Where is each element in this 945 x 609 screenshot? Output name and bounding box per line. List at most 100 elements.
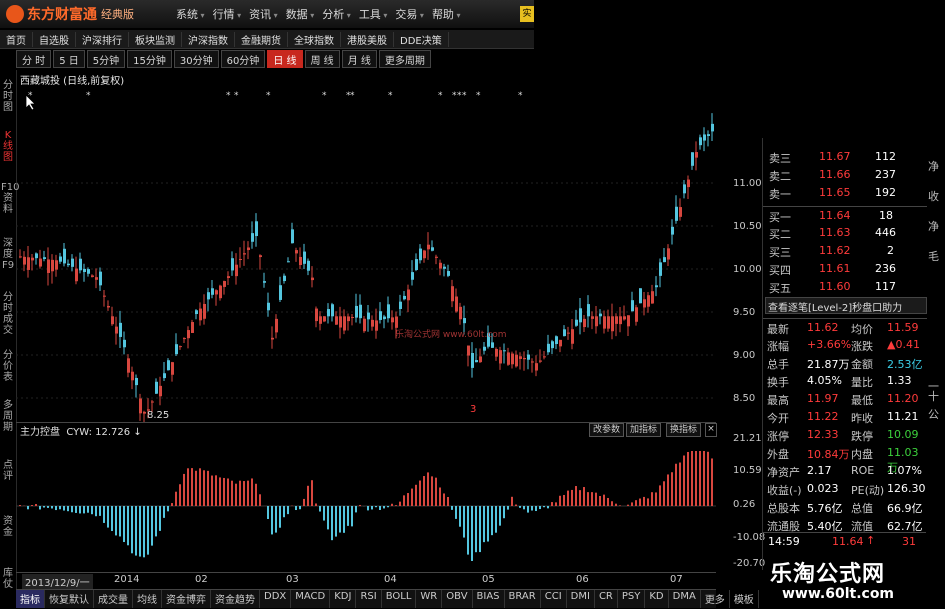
bottom-tab-more[interactable]: 更多: [701, 590, 730, 608]
event-marker-icon[interactable]: *: [476, 91, 481, 101]
left-tab-intraday[interactable]: 分时图: [1, 80, 15, 113]
event-marker-icon[interactable]: *: [28, 91, 33, 101]
bottom-tab-bias[interactable]: BIAS: [473, 590, 505, 608]
left-tab-ticks[interactable]: 分时成交: [1, 292, 15, 336]
realtime-badge[interactable]: 实: [520, 6, 534, 22]
event-marker-icon[interactable]: *: [226, 91, 231, 101]
period-tab-more[interactable]: 更多周期: [378, 50, 431, 68]
bottom-tab-ma[interactable]: 均线: [133, 590, 162, 608]
left-tab-comment[interactable]: 点评: [1, 460, 15, 482]
stat-value: ▲0.41: [887, 338, 920, 351]
period-tab-5day[interactable]: 5 日: [53, 50, 85, 68]
left-tab-kline[interactable]: K线图: [1, 130, 15, 163]
bottom-tab-dma[interactable]: DMA: [669, 590, 701, 608]
bottom-tab-kdj[interactable]: KDJ: [330, 590, 357, 608]
period-tab-30min[interactable]: 30分钟: [173, 50, 219, 68]
left-tab-f10[interactable]: F10资料: [1, 182, 19, 215]
indicator-bar: [203, 470, 205, 506]
period-tab-60min[interactable]: 60分钟: [220, 50, 266, 68]
event-marker-icon[interactable]: *: [518, 91, 523, 101]
indicator-chart[interactable]: [16, 437, 716, 571]
nav-hk-us[interactable]: 港股美股: [341, 31, 394, 47]
event-marker-icon[interactable]: *: [322, 91, 327, 101]
left-tab-funds[interactable]: 资金: [1, 516, 15, 538]
event-marker-icon[interactable]: *: [266, 91, 271, 101]
nav-global-index[interactable]: 全球指数: [288, 31, 341, 47]
bottom-tab-ddx[interactable]: DDX: [260, 590, 292, 608]
period-tab-weekly[interactable]: 周 线: [304, 50, 340, 68]
indicator-bar: [387, 506, 389, 508]
bottom-tab-brar[interactable]: BRAR: [505, 590, 541, 608]
add-indicator-button[interactable]: 加指标: [626, 423, 662, 437]
menu-item-news[interactable]: 资讯: [249, 6, 278, 22]
candle-body: [223, 281, 226, 287]
bottom-tab-wr[interactable]: WR: [416, 590, 443, 608]
bottom-tab-volume[interactable]: 成交量: [94, 590, 133, 608]
bottom-tab-fund-game[interactable]: 资金博弈: [162, 590, 211, 608]
bottom-tab-boll[interactable]: BOLL: [382, 590, 417, 608]
period-tab-15min[interactable]: 15分钟: [127, 50, 172, 68]
bottom-tab-template[interactable]: 模板: [730, 590, 759, 608]
menu-item-system[interactable]: 系统: [176, 6, 205, 22]
event-marker-icon[interactable]: *: [86, 91, 91, 101]
left-tab-f9[interactable]: 深度F9: [1, 238, 15, 271]
bottom-tab-kd[interactable]: KD: [645, 590, 669, 608]
nav-futures[interactable]: 金融期货: [235, 31, 288, 47]
event-marker-icon[interactable]: *: [234, 91, 239, 101]
stat-value: 0.023: [807, 482, 839, 495]
menu-item-tools[interactable]: 工具: [359, 6, 388, 22]
nav-ranking[interactable]: 沪深排行: [76, 31, 129, 47]
event-marker-icon[interactable]: *: [388, 91, 393, 101]
kline-chart[interactable]: * * * * * * * * * * * * * * *: [16, 88, 716, 422]
left-tab-multi-period[interactable]: 多周期: [1, 400, 15, 433]
bottom-tab-macd[interactable]: MACD: [291, 590, 331, 608]
bid-price: 11.62: [819, 244, 851, 257]
event-marker-icon[interactable]: *: [462, 91, 467, 101]
stat-label: PE(动): [851, 484, 885, 497]
switch-indicator-button[interactable]: 换指标: [666, 423, 702, 437]
indicator-bar: [167, 506, 169, 512]
stat-value: 11.22: [807, 410, 839, 423]
bottom-tab-dmi[interactable]: DMI: [567, 590, 595, 608]
menu-item-trade[interactable]: 交易: [395, 6, 424, 22]
period-tab-monthly[interactable]: 月 线: [341, 50, 377, 68]
menu-item-data[interactable]: 数据: [286, 6, 315, 22]
period-tab-daily[interactable]: 日 线: [267, 50, 303, 68]
left-tab-price-table[interactable]: 分价表: [1, 350, 15, 383]
bottom-tab-cr[interactable]: CR: [595, 590, 618, 608]
bottom-tab-fund-trend[interactable]: 资金趋势: [211, 590, 260, 608]
bottom-tab-obv[interactable]: OBV: [442, 590, 473, 608]
nav-home[interactable]: 首页: [0, 31, 33, 47]
menu-item-quotes[interactable]: 行情: [213, 6, 242, 22]
menu-item-help[interactable]: 帮助: [432, 6, 461, 22]
bid-row: 买三 11.62 2: [763, 242, 927, 260]
stat-label: 换手: [767, 376, 789, 389]
event-marker-icon[interactable]: *: [438, 91, 443, 101]
nav-dde[interactable]: DDE决策: [394, 31, 449, 47]
bottom-tab-cci[interactable]: CCI: [541, 590, 567, 608]
candle-body: [403, 295, 406, 300]
nav-index[interactable]: 沪深指数: [182, 31, 235, 47]
close-icon[interactable]: ×: [705, 423, 717, 437]
candle-body: [83, 268, 86, 273]
nav-watchlist[interactable]: 自选股: [33, 31, 76, 47]
indicator-bar: [703, 451, 705, 506]
period-tab-intraday[interactable]: 分 时: [16, 50, 52, 68]
candle-body: [39, 258, 42, 267]
candle-body: [355, 305, 358, 318]
site-watermark-title: 乐淘公式网: [770, 562, 886, 587]
bottom-tab-rsi[interactable]: RSI: [356, 590, 382, 608]
menu-item-analysis[interactable]: 分析: [322, 6, 351, 22]
nav-sector-monitor[interactable]: 板块监测: [129, 31, 182, 47]
bottom-tab-indicator[interactable]: 指标: [16, 590, 45, 608]
event-marker-icon[interactable]: *: [350, 91, 355, 101]
stat-label: 外盘: [767, 448, 789, 461]
candle-body: [215, 290, 218, 295]
level2-link[interactable]: 查看逐笔[Level-2]秒盘口助力: [765, 297, 927, 314]
edit-params-button[interactable]: 改参数: [589, 423, 625, 437]
left-tab-position[interactable]: 库仗: [1, 568, 15, 590]
bottom-tab-psy[interactable]: PSY: [618, 590, 646, 608]
bottom-tab-reset[interactable]: 恢复默认: [45, 590, 94, 608]
period-tab-5min[interactable]: 5分钟: [86, 50, 126, 68]
candle-body: [63, 248, 66, 264]
